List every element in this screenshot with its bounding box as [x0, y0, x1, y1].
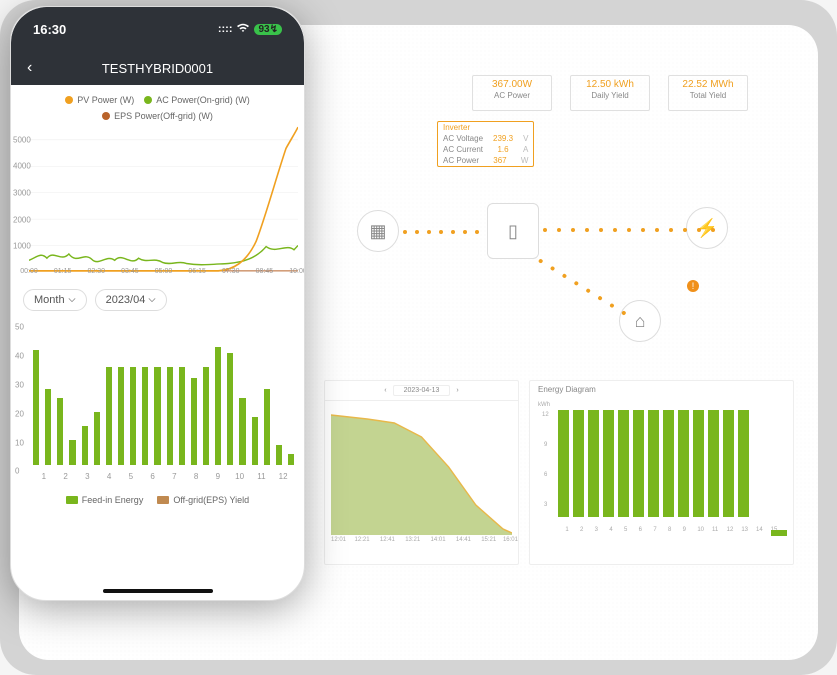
off-swatch-icon [157, 496, 169, 504]
summary-total-label: Total Yield [671, 91, 745, 100]
home-indicator[interactable] [103, 589, 213, 593]
status-time: 16:30 [33, 22, 66, 37]
phone-frame: 16:30 :::: 93↯ ‹ TESTHYBRID0001 PV Power… [10, 6, 305, 601]
date-next-icon[interactable]: › [456, 387, 458, 394]
feed-swatch-icon [66, 496, 78, 504]
summary-total-yield: 22.52 MWh Total Yield [668, 75, 748, 111]
day-area-panel: ‹ 2023-04-13 › 12:01 12:21 12:41 13:21 1… [324, 380, 519, 565]
date-prev-icon[interactable]: ‹ [384, 387, 386, 394]
phone-line-chart[interactable]: 5000 4000 3000 2000 1000 00:0001:1502:30… [29, 125, 298, 273]
summary-ac-power-value: 367.00W [475, 79, 549, 90]
inverter-node-icon: ▯ [487, 203, 539, 259]
page-title: TESTHYBRID0001 [102, 61, 213, 76]
chevron-down-icon [68, 296, 76, 304]
summary-total-value: 22.52 MWh [671, 79, 745, 90]
flow-dots [538, 259, 632, 319]
energy-diagram-panel: Energy Diagram kWh 12 9 6 3 123456789101… [529, 380, 794, 565]
warning-icon[interactable]: ! [687, 280, 699, 292]
grid-node-icon: ⚡ [686, 207, 728, 249]
chevron-down-icon [148, 296, 156, 304]
period-select[interactable]: Month [23, 289, 87, 311]
status-bar: 16:30 :::: 93↯ [11, 7, 304, 51]
energy-legend-swatch [771, 530, 787, 536]
title-bar: ‹ TESTHYBRID0001 [11, 51, 304, 85]
flow-dots [543, 229, 723, 231]
phone-bar-chart[interactable]: 50 40 30 20 10 0 123456789101112 [33, 321, 294, 481]
home-node-icon: ⌂ [619, 300, 661, 342]
period-selectors: Month 2023/04 [11, 279, 304, 317]
cellular-icon: :::: [218, 23, 233, 35]
line-legend: PV Power (W) AC Power(On-grid) (W) EPS P… [11, 85, 304, 125]
pv-node-icon: ▦ [357, 210, 399, 252]
wifi-icon [236, 23, 250, 36]
flow-dots [403, 231, 485, 233]
date-nav: ‹ 2023-04-13 › [325, 381, 518, 401]
energy-bar-chart[interactable]: kWh 12 9 6 3 123456789101112131415 [540, 404, 783, 532]
back-icon[interactable]: ‹ [27, 59, 32, 77]
summary-ac-power-label: AC Power [475, 91, 549, 100]
summary-ac-power: 367.00W AC Power [472, 75, 552, 111]
ac-dot-icon [144, 96, 152, 104]
bar-legend: Feed-in Energy Off-grid(EPS) Yield [11, 485, 304, 509]
summary-daily-label: Daily Yield [573, 91, 647, 100]
month-select[interactable]: 2023/04 [95, 289, 168, 311]
summary-daily-yield: 12.50 kWh Daily Yield [570, 75, 650, 111]
pv-dot-icon [65, 96, 73, 104]
date-field[interactable]: 2023-04-13 [393, 385, 451, 396]
eps-dot-icon [102, 112, 110, 120]
summary-row: 367.00W AC Power 12.50 kWh Daily Yield 2… [472, 75, 748, 111]
battery-badge: 93↯ [254, 24, 282, 35]
energy-flow-diagram: ▦ ▯ ⚡ ⌂ ! [339, 125, 768, 355]
energy-panel-title: Energy Diagram [530, 381, 793, 398]
summary-daily-value: 12.50 kWh [573, 79, 647, 90]
day-area-chart[interactable]: 12:01 12:21 12:41 13:21 14:01 14:41 15:2… [331, 405, 512, 535]
